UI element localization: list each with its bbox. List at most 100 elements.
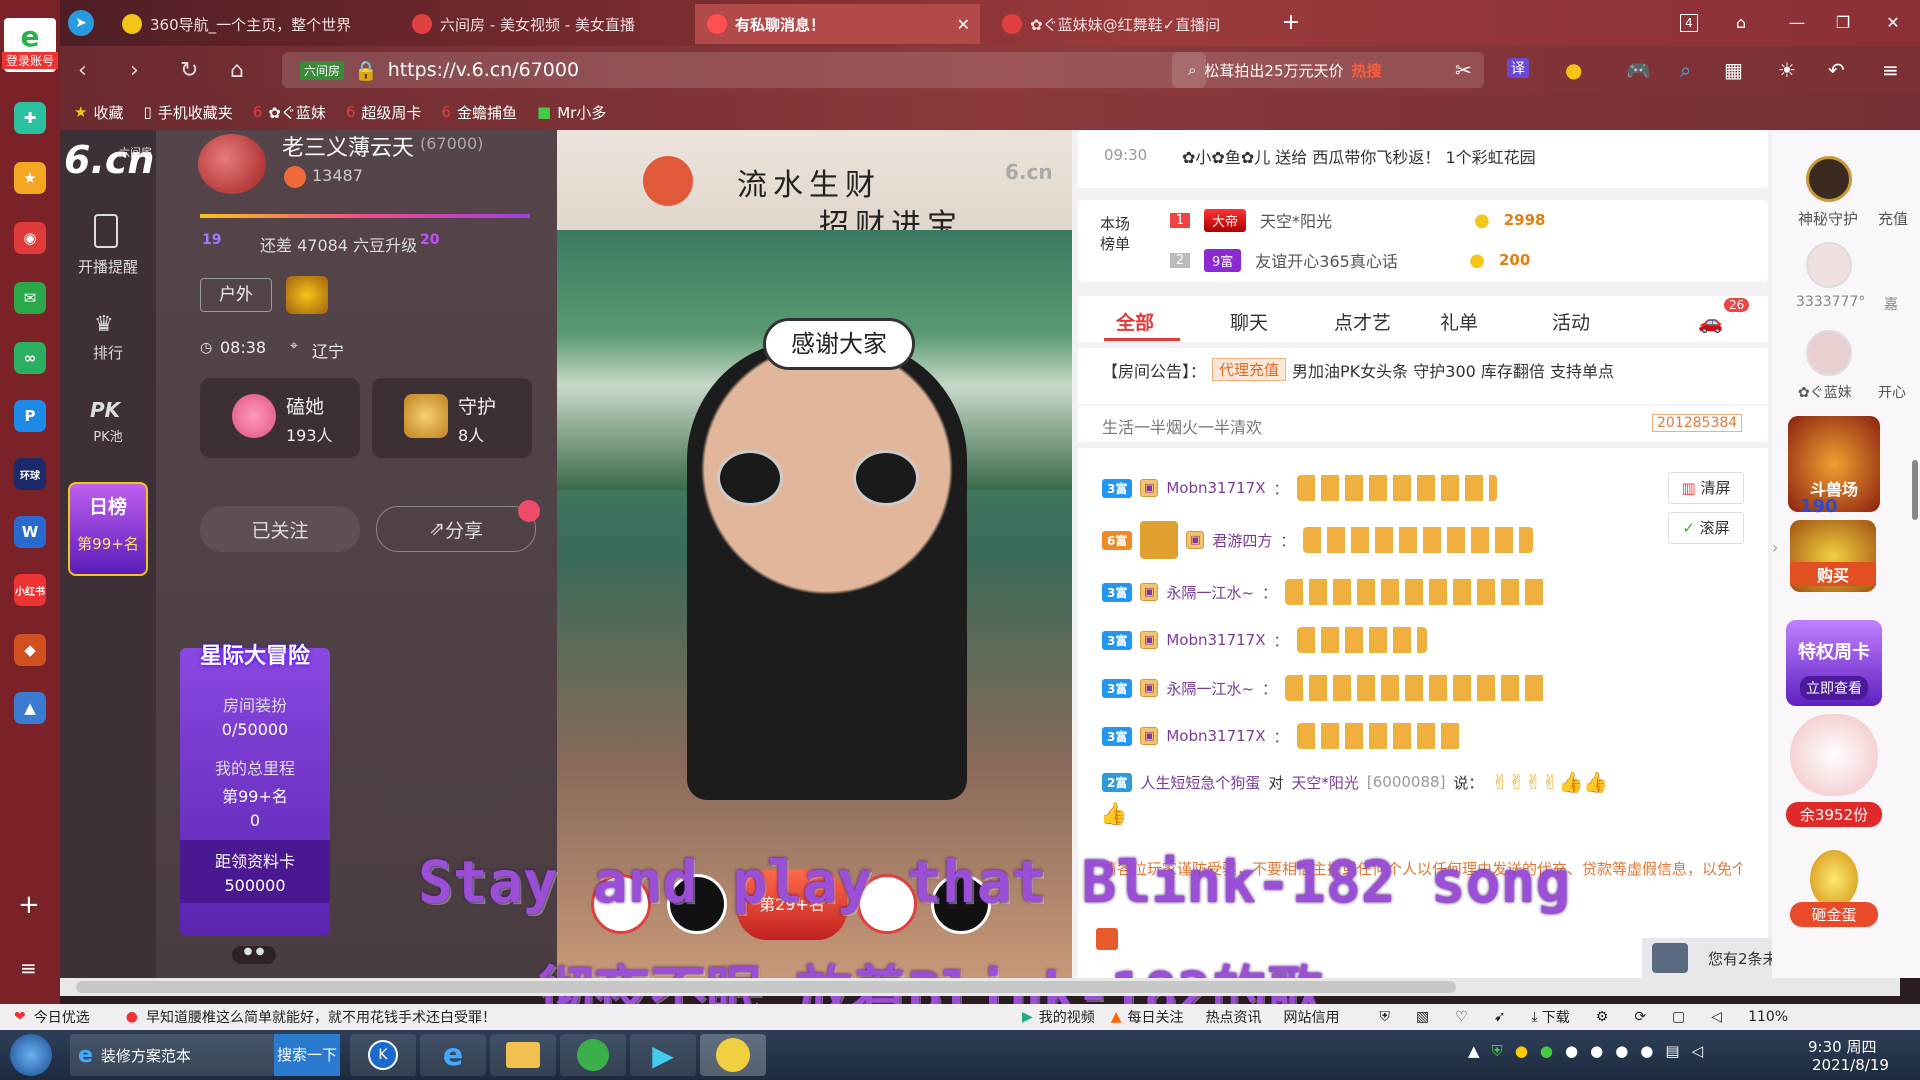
list-icon[interactable]: ≡ [20,956,37,980]
tray-qq-icon[interactable]: ● [1640,1042,1653,1060]
bookmark-mobile[interactable]: ▯ 手机收藏夹 [143,102,232,123]
tab-6cn[interactable]: 六间房 - 美女视频 - 美女直播 [400,4,695,44]
settings-icon[interactable]: ⚙ [1596,1009,1609,1025]
tab-live-room[interactable]: ✿ぐ蓝妹妹@红舞鞋✓直播间 [990,4,1260,44]
close-window-icon[interactable]: ✕ [1880,10,1906,36]
chat-row[interactable]: 3富 ▣ Mobn31717X： [1102,718,1461,754]
adventure-card[interactable]: 星际大冒险 房间装扮 0/50000 我的总里程 第99+名 0 距领资料卡 5… [180,644,330,936]
news-icon[interactable]: 环球 [14,458,46,490]
login-label[interactable]: 登录账号 [2,52,58,69]
site-credit[interactable]: 网站信用 [1284,1007,1340,1027]
chat-row[interactable]: 3富 ▣ 永隔一江水~： [1102,574,1549,610]
chat-row[interactable]: 3富 ▣ Mobn31717X： [1102,622,1427,658]
chat-row[interactable]: 3富 ▣ Mobn31717X： [1102,470,1497,506]
tab-chat[interactable]: 聊天 [1230,308,1268,335]
rank-row[interactable]: 2 9富 友谊开心365真心话 ● 200 [1170,248,1530,272]
nav-live-reminder[interactable]: 开播提醒 [60,256,156,277]
scrollbar[interactable] [1912,460,1918,520]
chat-row[interactable]: 6富 ▣ 君游四方： [1102,521,1534,559]
taskbar-app-360[interactable] [560,1034,626,1076]
nav-pk-pool[interactable]: PK池 [60,426,156,445]
translate-icon[interactable]: 译 [1507,58,1529,78]
tray-shield-icon[interactable]: ⛨ [1492,1042,1503,1060]
horizontal-scrollbar[interactable] [60,978,1900,996]
skin-icon[interactable]: ⌂ [1728,10,1754,36]
scroll-screen-button[interactable]: ✓ 滚屏 [1668,512,1744,544]
host-avatar[interactable] [198,134,266,194]
search-field[interactable]: ⌕ 松茸拍出25万元天价 热搜 [1172,52,1484,88]
rank-board-label[interactable]: 本场榜单 [1100,214,1140,254]
guard-card[interactable]: 守护 8人 [372,378,532,458]
taskbar-app-browser[interactable]: e 装修方案范本 [70,1034,274,1076]
follow-button[interactable]: 已关注 [200,506,360,552]
clear-screen-button[interactable]: ▥ 清屏 [1668,472,1744,504]
window-icon[interactable]: ▢ [1672,1009,1685,1025]
tray-green-icon[interactable]: ● [1540,1042,1553,1060]
restore-icon[interactable]: ❐ [1830,10,1856,36]
add-circle-icon[interactable]: ✚ [14,102,46,134]
tab-all[interactable]: 全部 [1116,308,1154,335]
game-icon[interactable]: 🎮 [1626,58,1651,82]
chat-input-icon[interactable] [1096,928,1118,950]
chat-row[interactable]: 2富 人生短短急个狗蛋 对 天空*阳光 [6000088] 说： ✌✌✌✌👍👍 [1102,764,1608,800]
fans-group-card[interactable]: 磕她 193人 [200,378,360,458]
shield-icon[interactable]: ⛨ [1380,1009,1391,1025]
scissors-icon[interactable]: ✂ [1455,58,1472,82]
share-button[interactable]: ⇗ 分享 [376,506,536,552]
map-app-icon[interactable]: ▲ [14,692,46,724]
reload-icon[interactable]: ↻ [180,58,198,83]
taskbar-app-k[interactable]: K [350,1034,416,1076]
daily-rank-card[interactable]: 日榜 第99+名 [68,482,148,576]
tab-count-icon[interactable]: 4 [1680,14,1698,32]
golden-egg-icon[interactable] [1810,850,1858,908]
tray-network-icon[interactable]: ▤ [1665,1042,1679,1060]
home-icon[interactable]: ⌂ [230,58,244,83]
clock-time[interactable]: 9:30 周四 [1808,1036,1876,1057]
image-icon[interactable]: ▧ [1416,1009,1429,1025]
forward-icon[interactable]: › [130,58,139,83]
bookmark-fishing[interactable]: 6 金蟾捕鱼 [441,102,517,123]
bookmark-mr[interactable]: ■ Mr小多 [537,102,606,123]
tab-private-message[interactable]: 有私聊消息！ ✕ [695,4,980,44]
tray-volume-icon[interactable]: ◁ [1692,1042,1704,1060]
word-icon[interactable]: W [14,516,46,548]
url-field[interactable]: 六间房 🔒 https://v.6.cn/67000 [282,52,1206,88]
shop-icon[interactable]: 小红书 [14,574,46,606]
telegram-icon[interactable]: ➤ [68,10,94,36]
taskbar-app-ie[interactable]: e [420,1034,486,1076]
minimize-icon[interactable]: — [1784,10,1810,36]
user-avatar[interactable] [1806,330,1852,376]
collapse-arrow-icon[interactable]: › [1772,538,1778,557]
car-icon[interactable]: 🚗 [1698,310,1723,334]
tab-360[interactable]: 360导航_一个主页，整个世界 [110,4,395,44]
tab-gifts[interactable]: 礼单 [1440,308,1478,335]
nav-ranking[interactable]: 排行 [60,342,156,363]
hot-news[interactable]: 热点资讯 [1206,1007,1262,1027]
today-picks[interactable]: 今日优选 [34,1007,126,1027]
search-tool-icon[interactable]: ⌕ [1680,58,1691,82]
weibo-icon[interactable]: ◉ [14,222,46,254]
back-icon[interactable]: ‹ [78,58,87,83]
clock-date[interactable]: 2021/8/19 [1812,1056,1889,1074]
notice-tag[interactable]: 代理充值 [1212,358,1287,381]
category-tag[interactable]: 户外 [200,278,272,312]
bookmark-weekly[interactable]: 6 超级周卡 [346,102,422,123]
menu-icon[interactable]: ≡ [1882,58,1899,82]
taskbar-search[interactable]: 搜索一下 [274,1034,340,1076]
tray-qq-icon[interactable]: ● [1590,1042,1603,1060]
taskbar-app-folder[interactable] [490,1034,556,1076]
link-icon[interactable]: ∞ [14,342,46,374]
start-button[interactable] [10,1034,52,1076]
grid-icon[interactable]: ▦ [1724,58,1743,82]
tray-arrow-icon[interactable]: ▲ [1468,1042,1480,1060]
bookmark-favorites[interactable]: ★ 收藏 [74,102,123,123]
rocket-icon[interactable]: ➹ [1494,1009,1506,1025]
rank-row[interactable]: 1 大帝 天空*阳光 ● 2998 [1170,208,1545,232]
privilege-card-banner[interactable]: 特权周卡 立即查看 [1786,620,1882,706]
close-tab-icon[interactable]: ✕ [957,15,970,34]
taskbar-app-player[interactable]: ▶ [630,1034,696,1076]
mystery-guard-avatar[interactable] [1806,156,1852,202]
volume-icon[interactable]: ◁ [1711,1009,1722,1025]
p-app-icon[interactable]: P [14,400,46,432]
download-link[interactable]: 下载 [1542,1007,1570,1027]
